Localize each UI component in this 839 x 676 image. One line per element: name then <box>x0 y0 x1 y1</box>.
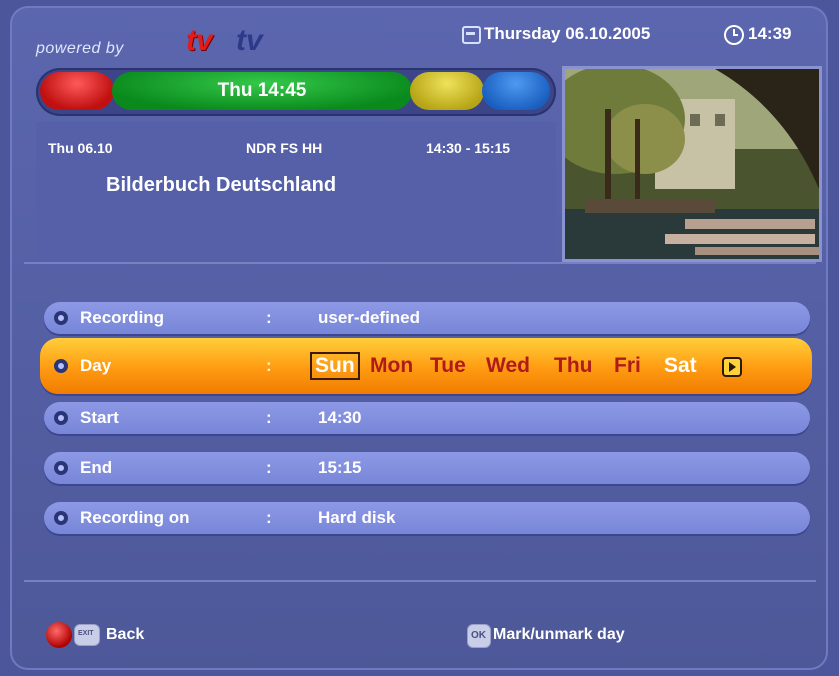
row-separator: : <box>266 408 272 427</box>
tv-screen: powered by tv tv Thursday 06.10.2005 14:… <box>0 0 839 676</box>
row-label: Day <box>80 356 112 375</box>
program-time-range: 14:30 - 15:15 <box>426 140 511 156</box>
exit-key-icon[interactable] <box>74 624 100 646</box>
tvtv-logo: powered by tv tv <box>36 24 316 58</box>
row-recording-on[interactable]: Recording on : Hard disk <box>44 502 810 534</box>
row-separator: : <box>266 508 272 527</box>
row-label: Recording on <box>80 508 190 527</box>
day-thu[interactable]: Thu <box>554 354 592 378</box>
video-preview <box>562 66 822 262</box>
row-value: user-defined <box>318 308 421 327</box>
green-key-label: Thu 14:45 <box>217 80 307 101</box>
day-sat[interactable]: Sat <box>664 354 697 378</box>
red-key-pill[interactable] <box>40 72 114 110</box>
preview-image <box>565 69 819 259</box>
green-key-pill[interactable]: Thu 14:45 <box>112 72 412 110</box>
bullet-icon <box>54 411 68 425</box>
day-fri[interactable]: Fri <box>614 354 641 378</box>
program-date: Thu 06.10 <box>48 140 113 156</box>
bullet-icon <box>54 359 68 373</box>
day-wed[interactable]: Wed <box>486 354 530 378</box>
ok-key-icon[interactable] <box>467 624 491 648</box>
footer-divider <box>24 580 816 582</box>
color-key-bar: Thu 14:45 <box>36 68 556 116</box>
row-day[interactable]: Day : Sun Mon Tue Wed Thu Fri Sat <box>40 338 812 394</box>
blue-key-pill[interactable] <box>482 72 550 110</box>
bullet-icon <box>54 461 68 475</box>
row-start[interactable]: Start : 14:30 <box>44 402 810 434</box>
row-value: Hard disk <box>318 508 396 527</box>
current-time: 14:39 <box>748 24 792 43</box>
row-separator: : <box>266 308 272 327</box>
row-label: Recording <box>80 308 165 327</box>
row-value: 15:15 <box>318 458 362 477</box>
row-label: Start <box>80 408 119 427</box>
logo-brand-red: tv <box>186 24 213 57</box>
back-label: Back <box>106 626 145 643</box>
program-channel: NDR FS HH <box>246 140 323 156</box>
program-title: Bilderbuch Deutschland <box>106 174 337 196</box>
bullet-icon <box>54 511 68 525</box>
row-recording[interactable]: Recording : user-defined <box>44 302 810 334</box>
row-separator: : <box>266 458 272 477</box>
yellow-key-pill[interactable] <box>410 72 484 110</box>
row-end[interactable]: End : 15:15 <box>44 452 810 484</box>
row-value: 14:30 <box>318 408 362 427</box>
row-label: End <box>80 458 113 477</box>
logo-brand-blue: tv <box>236 24 263 57</box>
day-sun[interactable]: Sun <box>310 352 360 380</box>
mark-unmark-label: Mark/unmark day <box>493 626 625 643</box>
program-info-panel: Thu 06.10 NDR FS HH 14:30 - 15:15 Bilder… <box>36 122 556 260</box>
logo-powered-by: powered by <box>36 40 124 57</box>
day-tue[interactable]: Tue <box>430 354 466 378</box>
divider <box>24 262 816 264</box>
next-icon[interactable] <box>722 357 742 377</box>
bullet-icon <box>54 311 68 325</box>
red-key-icon[interactable] <box>46 622 72 648</box>
day-mon[interactable]: Mon <box>370 354 413 378</box>
row-separator: : <box>266 356 272 375</box>
calendar-icon <box>462 26 481 44</box>
clock-icon <box>724 25 744 45</box>
current-date: Thursday 06.10.2005 <box>484 24 651 43</box>
